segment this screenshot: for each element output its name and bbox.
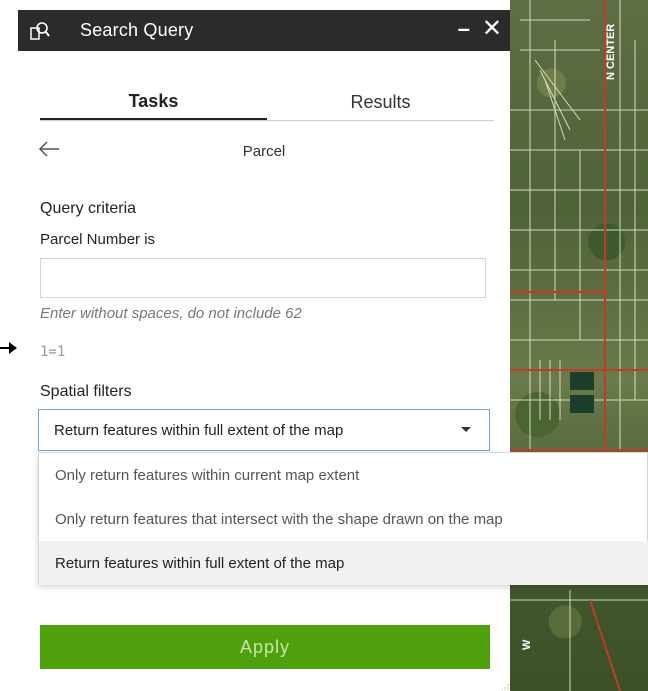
spatial-filter-select[interactable]: Return features within full extent of th… <box>38 409 490 451</box>
spatial-filter-dropdown: Only return features within current map … <box>38 452 648 585</box>
map-parcel-lines: N CENTER W <box>510 0 648 691</box>
spatial-option-full-extent[interactable]: Return features within full extent of th… <box>39 541 648 585</box>
parcel-number-label: Parcel Number is <box>40 231 156 248</box>
pointer-arrow-icon <box>0 340 18 361</box>
minimize-button[interactable]: – <box>458 16 470 42</box>
tab-divider <box>40 120 494 121</box>
spatial-option-intersect-shape[interactable]: Only return features that intersect with… <box>39 497 648 541</box>
map-view[interactable]: N CENTER W <box>510 0 648 691</box>
close-button[interactable]: ✕ <box>482 14 502 43</box>
tab-tasks[interactable]: Tasks <box>40 84 267 120</box>
app-root: N CENTER W Search Query – ✕ Tasks Result… <box>0 0 648 691</box>
task-header: Parcel <box>38 138 490 168</box>
panel-titlebar: Search Query – ✕ <box>18 10 510 51</box>
spatial-filter-selected: Return features within full extent of th… <box>54 421 344 439</box>
tab-bar: Tasks Results <box>40 84 494 122</box>
parcel-number-hint: Enter without spaces, do not include 62 <box>40 305 302 322</box>
chevron-down-icon <box>459 422 473 436</box>
map-road-label-w: W <box>521 639 533 650</box>
search-query-icon <box>28 19 52 43</box>
spatial-option-current-extent[interactable]: Only return features within current map … <box>39 453 648 497</box>
search-query-panel: Search Query – ✕ Tasks Results Parcel Qu… <box>0 0 510 691</box>
apply-button[interactable]: Apply <box>40 625 490 669</box>
query-expression: 1=1 <box>40 344 66 360</box>
spatial-filters-heading: Spatial filters <box>40 383 132 400</box>
map-road-label-center: N CENTER <box>605 24 617 80</box>
tab-results[interactable]: Results <box>267 84 494 120</box>
query-criteria-heading: Query criteria <box>40 200 137 217</box>
resize-grip-icon[interactable] <box>500 680 510 691</box>
task-title: Parcel <box>242 143 286 160</box>
parcel-number-input[interactable] <box>40 258 486 298</box>
panel-title: Search Query <box>80 20 194 40</box>
